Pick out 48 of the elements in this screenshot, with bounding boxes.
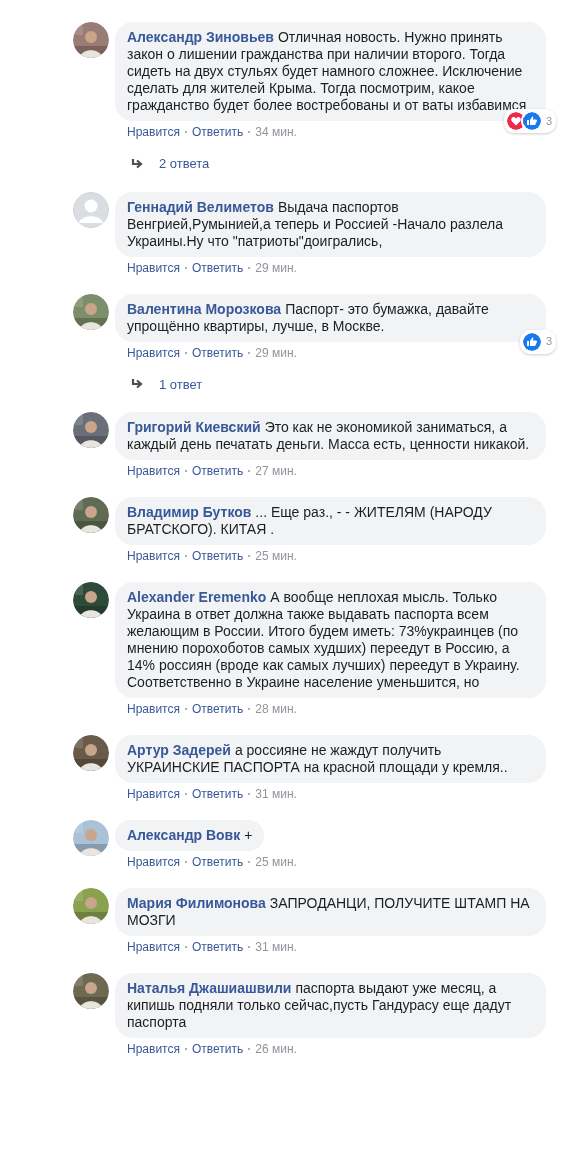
like-link[interactable]: Нравится bbox=[127, 854, 180, 870]
reply-arrow-icon bbox=[131, 378, 145, 391]
like-link[interactable]: Нравится bbox=[127, 939, 180, 955]
reply-arrow-icon bbox=[131, 157, 145, 170]
comment-bubble: Наталья Джашиашвили паспорта выдают уже месяц, а кипишь подняли только сейчас,пусть Гандурасу еще дадут паспорта bbox=[115, 973, 546, 1038]
reaction-count: 3 bbox=[545, 113, 552, 129]
comment-author[interactable]: Мария Филимонова bbox=[127, 895, 266, 911]
comment-bubble: Мария Филимонова ЗАПРОДАНЦИ, ПОЛУЧИТЕ ШТАМП НА МОЗГИ bbox=[115, 888, 546, 936]
reaction-count: 3 bbox=[545, 334, 552, 350]
like-link[interactable]: Нравится bbox=[127, 344, 180, 361]
thumbs-up-icon bbox=[520, 110, 543, 132]
comment-bubble: Валентина Морозкова Паспорт- это бумажка, давайте упрощённо квартиры, лучше, в Москве. bbox=[115, 293, 546, 342]
comment-bubble: Артур Задерей а россияне не жаждут получить УКРАИНСКИЕ ПАСПОРТА на красной площади у кремля.. bbox=[115, 735, 546, 783]
comment-author[interactable]: Григорий Киевский bbox=[127, 419, 261, 435]
reply-link[interactable]: Ответить bbox=[191, 701, 244, 717]
comment-bubble: Александр Зиновьев Отличная новость. Нужно принять закон о лишении гражданства при наличии второго. Тогда сидеть на двух стульях будет намного сложнее. Исключение сделать для жителей Крыма. Тогда посмотрим, какое гражданство будет более востребованы и от ваты избавимся bbox=[115, 22, 546, 121]
comment-bubble: Владимир Бутков ... Еще раз., - - ЖИТЕЛЯМ (НАРОДУ БРАТСКОГО). КИТАЯ . bbox=[115, 497, 546, 545]
like-link[interactable]: Нравится bbox=[127, 548, 180, 564]
comment-author[interactable]: Валентина Морозкова bbox=[127, 300, 282, 317]
comment-author[interactable]: Александр Вовк bbox=[127, 827, 241, 843]
reply-link[interactable]: Ответить bbox=[191, 124, 244, 140]
comment-author[interactable]: Владимир Бутков bbox=[127, 504, 252, 520]
reply-link[interactable]: Ответить bbox=[191, 786, 244, 802]
comment-author[interactable]: Наталья Джашиашвили bbox=[127, 980, 292, 996]
comment-author[interactable]: Артур Задерей bbox=[127, 742, 231, 758]
reply-link[interactable]: Ответить bbox=[191, 344, 244, 361]
like-link[interactable]: Нравится bbox=[127, 124, 180, 140]
like-link[interactable]: Нравится bbox=[127, 786, 180, 802]
comment-bubble: Геннадий Велиметов Выдача паспортов Венгрией,Румынией,а теперь и Россией -Начало разлела Украины.Ну что "патриоты"доигрались, bbox=[115, 191, 546, 257]
reply-link[interactable]: Ответить bbox=[191, 463, 244, 479]
reply-link[interactable]: Ответить bbox=[191, 854, 244, 870]
comment-bubble: Alexander Eremenko А вообще неплохая мысль. Только Украина в ответ должна также выдавать паспорта всем желающим в России. Итого будем иметь: 73%украинцев (по мнению порохоботов самых худших) переедут в Россию, а 14% россиян (вроде как самых лучших) переедут в Украину. Соответственно в Украине население уменьшится, но bbox=[115, 582, 546, 698]
reply-link[interactable]: Ответить bbox=[191, 259, 244, 276]
like-link[interactable]: Нравится bbox=[127, 463, 180, 479]
reply-link[interactable]: Ответить bbox=[191, 939, 244, 955]
comment-bubble: Александр Вовк + bbox=[115, 820, 265, 851]
like-link[interactable]: Нравится bbox=[127, 259, 180, 276]
comment-author[interactable]: Геннадий Велиметов bbox=[127, 198, 274, 215]
comment-author[interactable]: Александр Зиновьев bbox=[127, 29, 274, 45]
comment-bubble: Григорий Киевский Это как не экономикой заниматься, а каждый день печатать деньги. Масса есть, ценности никакой. bbox=[115, 412, 546, 460]
thumbs-up-icon bbox=[520, 330, 543, 353]
like-link[interactable]: Нравится bbox=[127, 701, 180, 717]
reply-link[interactable]: Ответить bbox=[191, 1041, 244, 1057]
view-replies-link[interactable]: 2 ответа bbox=[159, 154, 210, 174]
comment-author[interactable]: Alexander Eremenko bbox=[127, 589, 267, 605]
reply-link[interactable]: Ответить bbox=[191, 548, 244, 564]
view-replies-link[interactable]: 1 ответ bbox=[159, 374, 203, 394]
like-link[interactable]: Нравится bbox=[127, 1041, 180, 1057]
